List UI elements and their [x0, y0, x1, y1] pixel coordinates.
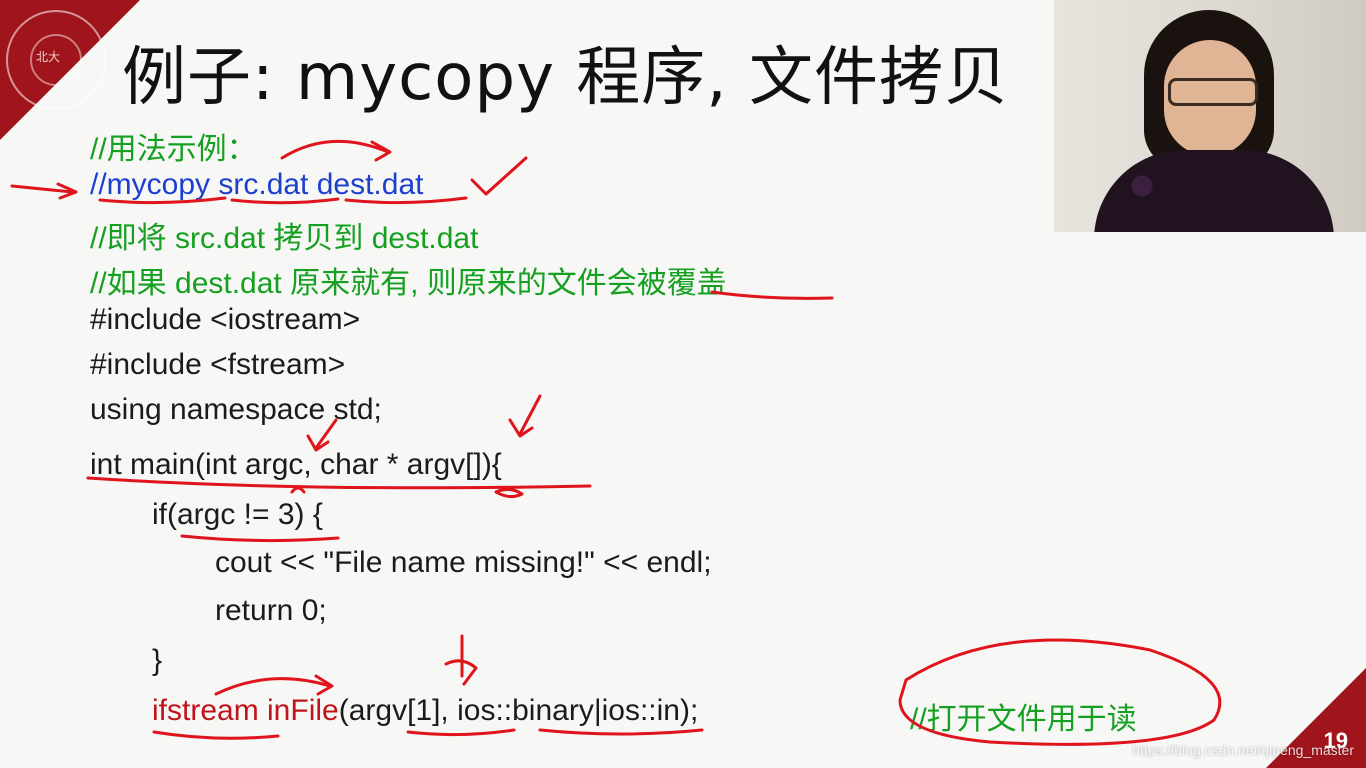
annot-arrow-argv1: [444, 634, 478, 686]
slide: 北大 例子: mycopy 程序, 文件拷贝 //用法示例： //mycopy …: [0, 0, 1366, 768]
code-comment-open-read: //打开文件用于读: [910, 703, 1137, 736]
annot-underline-overwrite: [710, 290, 834, 300]
annot-underline-argv1: [406, 728, 516, 737]
annot-checkmark: [470, 156, 528, 196]
slide-title: 例子: mycopy 程序, 文件拷贝: [122, 41, 1009, 115]
annot-underline-argc: [180, 534, 340, 543]
code-comment-usage: //用法示例：: [90, 133, 257, 166]
code-ifstream-keyword: ifstream inFile: [152, 694, 339, 727]
annot-mark-argc: [290, 486, 306, 494]
code-comment-copy: //即将 src.dat 拷贝到 dest.dat: [90, 222, 479, 255]
code-using-namespace: using namespace std;: [90, 393, 382, 426]
code-return-statement: return 0;: [215, 594, 327, 627]
code-ifstream-args: (argv[1], ios::binary|ios::in);: [338, 694, 699, 727]
annot-arrow-top: [280, 139, 392, 162]
code-if-statement: if(argc != 3) {: [152, 498, 323, 531]
code-main-signature: int main(int argc, char * argv[]){: [90, 448, 502, 481]
annot-arrow-left: [10, 182, 78, 200]
code-include-iostream: #include <iostream>: [90, 303, 361, 336]
code-comment-overwrite: //如果 dest.dat 原来就有, 则原来的文件会被覆盖: [90, 267, 727, 300]
code-ifstream-line: ifstream inFile(argv[1], ios::binary|ios…: [152, 694, 698, 728]
code-comment-command: //mycopy src.dat dest.dat: [90, 168, 424, 201]
code-cout-statement: cout << "File name missing!" << endl;: [215, 546, 712, 579]
annot-mark-argv: [494, 487, 524, 499]
annot-arrow-argv: [508, 394, 542, 438]
source-watermark: https://blog.csdn.net/qipeng_master: [1132, 742, 1354, 758]
presenter-webcam: [1054, 0, 1366, 232]
university-seal-logo: 北大: [6, 10, 106, 110]
annot-underline-binary: [538, 728, 704, 736]
code-close-brace: }: [152, 644, 163, 677]
annot-underline-ifstream: [152, 730, 280, 740]
code-include-fstream: #include <fstream>: [90, 348, 346, 381]
annot-arrow-ifstream: [214, 674, 334, 696]
